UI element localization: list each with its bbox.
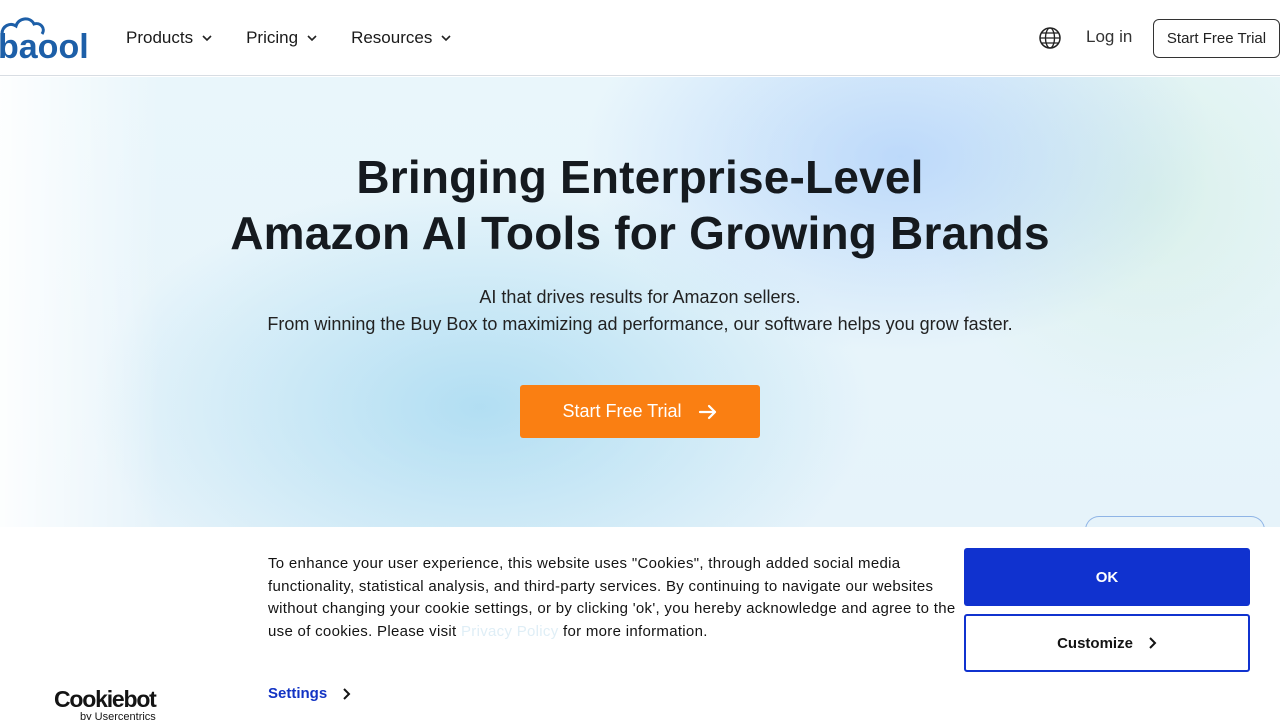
baool-logo[interactable]: baool [0,14,104,62]
hero-cta-label: Start Free Trial [562,401,682,421]
privacy-policy-link[interactable]: Privacy Policy [461,623,559,640]
nav-products-label: Products [126,28,194,47]
logo-text: baool [0,28,89,62]
cookie-text-after: for more information. [558,622,708,640]
cookie-banner: To enhance your user experience, this we… [0,527,1280,720]
chevron-down-icon [202,35,212,42]
cookie-customize-button[interactable]: Customize [964,614,1250,672]
cookie-message: To enhance your user experience, this we… [268,553,968,643]
hero-title-line2: Amazon AI Tools for Growing Brands [230,207,1050,259]
hero-title-line1: Bringing Enterprise-Level [356,151,924,203]
hero-start-trial-button[interactable]: Start Free Trial [520,385,760,438]
hero-section: Bringing Enterprise-Level Amazon AI Tool… [0,77,1280,527]
hero-subtitle: AI that drives results for Amazon seller… [0,284,1280,338]
nav-pricing-label: Pricing [246,28,299,47]
site-header: baool Products Pricing Resources Log in … [0,0,1280,76]
cookiebot-logo: Cookiebot by Usercentrics [54,687,164,720]
nav-resources-label: Resources [351,28,433,47]
settings-label: Settings [268,685,328,702]
hero-subtitle-line2: From winning the Buy Box to maximizing a… [267,314,1013,334]
globe-icon[interactable] [1038,26,1062,50]
cookie-settings-link[interactable]: Settings [268,685,351,702]
main-nav: Products Pricing Resources [126,0,485,76]
arrow-right-icon [698,404,716,419]
hero-title: Bringing Enterprise-Level Amazon AI Tool… [0,149,1280,261]
customize-label: Customize [1057,634,1133,652]
nav-products[interactable]: Products [126,28,213,48]
chevron-down-icon [441,35,451,42]
cookiebot-brand: Cookiebot [54,686,157,712]
chevron-down-icon [307,35,317,42]
nav-resources[interactable]: Resources [351,28,452,48]
chevron-right-icon [343,687,351,700]
hero-subtitle-line1: AI that drives results for Amazon seller… [479,287,801,307]
login-link[interactable]: Log in [1086,27,1132,47]
header-start-trial-button[interactable]: Start Free Trial [1153,19,1280,58]
cookiebot-by: by Usercentrics [80,711,156,720]
chevron-right-icon [1149,637,1157,649]
cookie-ok-button[interactable]: OK [964,548,1250,606]
nav-pricing[interactable]: Pricing [246,28,318,48]
